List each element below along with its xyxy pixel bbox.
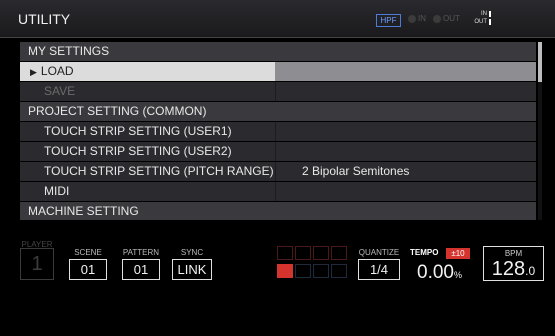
- pattern-label: PATTERN: [122, 248, 160, 257]
- output-label: OUT: [443, 14, 460, 23]
- meter-in-label: IN: [481, 11, 487, 17]
- pitch-range-value: 2 Bipolar Semitones: [302, 164, 410, 178]
- input-label: IN: [418, 14, 426, 23]
- list-item-touch-strip-user2[interactable]: TOUCH STRIP SETTING (USER2): [20, 142, 536, 161]
- pad: [313, 246, 329, 260]
- list-item-label: MIDI: [44, 184, 70, 198]
- pad-active: [277, 264, 293, 278]
- list-item-label: MACHINE SETTING: [28, 204, 139, 218]
- bpm-label: BPM: [504, 249, 523, 258]
- list-item-pitch-range[interactable]: TOUCH STRIP SETTING (PITCH RANGE) 2 Bipo…: [20, 162, 536, 181]
- tempo-value: 0.00: [417, 262, 454, 283]
- list-item-label: TOUCH STRIP SETTING (USER1): [44, 124, 232, 138]
- quantize-display: 1/4: [358, 259, 400, 280]
- column-divider: [275, 162, 276, 181]
- pad: [331, 264, 347, 278]
- bpm-integer: 128: [491, 258, 526, 280]
- scrollbar-thumb[interactable]: [538, 42, 542, 82]
- scene-label: SCENE: [74, 248, 102, 257]
- selection-value-cell: [275, 62, 536, 81]
- tempo-unit: %: [453, 270, 462, 280]
- list-item-label: TOUCH STRIP SETTING (PITCH RANGE): [44, 164, 274, 178]
- tempo-display: 0.00%: [417, 262, 462, 284]
- hpf-indicator: HPF: [376, 14, 401, 27]
- pad: [295, 246, 311, 260]
- page-title: UTILITY: [18, 11, 71, 27]
- output-indicator: OUT: [433, 14, 460, 23]
- list-item-label: TOUCH STRIP SETTING (USER2): [44, 144, 232, 158]
- scene-display: 01: [69, 259, 107, 280]
- list-item-label: MY SETTINGS: [28, 44, 110, 58]
- column-divider: [275, 82, 276, 101]
- list-item-load[interactable]: ▶ LOAD: [20, 62, 536, 81]
- level-meter: IN OUT: [473, 10, 528, 26]
- input-icon: [408, 14, 416, 23]
- meter-in-bar: [489, 11, 491, 17]
- sync-display: LINK: [172, 259, 212, 280]
- list-item-machine-setting[interactable]: MACHINE SETTING: [20, 202, 536, 220]
- column-divider: [275, 182, 276, 201]
- list-scrollbar[interactable]: [538, 42, 542, 220]
- meter-out-label: OUT: [474, 19, 487, 25]
- list-item-label: PROJECT SETTING (COMMON): [28, 104, 207, 118]
- list-item-label: LOAD: [40, 64, 74, 78]
- list-item-label: SAVE: [44, 84, 76, 98]
- meter-out-bar: [489, 19, 491, 25]
- pad: [313, 264, 329, 278]
- column-divider: [275, 122, 276, 141]
- input-indicator: IN: [408, 14, 426, 23]
- column-divider: [275, 142, 276, 161]
- play-arrow-icon: ▶: [30, 67, 37, 77]
- list-item-midi[interactable]: MIDI: [20, 182, 536, 201]
- list-item-save: SAVE: [20, 82, 536, 101]
- pad: [331, 246, 347, 260]
- tempo-label: TEMPO: [410, 248, 439, 257]
- pad: [277, 246, 293, 260]
- quantize-label: QUANTIZE: [358, 248, 400, 257]
- settings-list: MY SETTINGS ▶ LOAD SAVE PROJECT SETTING (…: [20, 42, 542, 220]
- list-item-touch-strip-user1[interactable]: TOUCH STRIP SETTING (USER1): [20, 122, 536, 141]
- output-icon: [433, 14, 441, 23]
- list-item-project-setting[interactable]: PROJECT SETTING (COMMON): [20, 102, 536, 121]
- tempo-range-badge: ±10: [446, 248, 470, 259]
- bpm-display: BPM 128.0: [483, 246, 544, 281]
- sync-label: SYNC: [180, 248, 204, 257]
- list-item-my-settings[interactable]: MY SETTINGS: [20, 42, 536, 61]
- bpm-decimal: .0: [525, 264, 536, 278]
- title-bar: UTILITY HPF IN OUT IN OUT: [0, 0, 555, 38]
- player-display: 1: [20, 248, 54, 280]
- pad: [295, 264, 311, 278]
- pattern-display: 01: [122, 259, 160, 280]
- selection-highlight: ▶ LOAD: [20, 62, 275, 81]
